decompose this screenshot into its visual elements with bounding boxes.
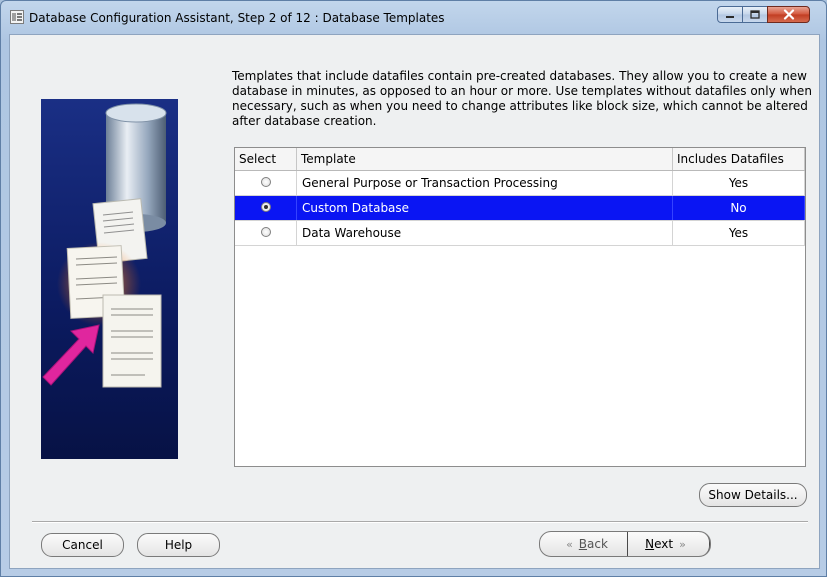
dbca-window: Database Configuration Assistant, Step 2… <box>0 0 827 577</box>
maximize-button[interactable] <box>742 6 768 23</box>
minimize-icon <box>726 15 734 18</box>
footer-divider <box>32 521 808 523</box>
template-radio[interactable] <box>260 202 271 212</box>
column-header-select[interactable]: Select <box>235 148 297 170</box>
chevron-left-icon: « <box>566 537 573 551</box>
table-row[interactable]: General Purpose or Transaction Processin… <box>235 171 805 196</box>
maximize-icon <box>750 10 760 19</box>
close-button[interactable] <box>767 6 810 23</box>
intro-text: Templates that include datafiles contain… <box>232 69 812 128</box>
database-app-icon <box>10 10 24 24</box>
select-cell[interactable] <box>235 196 297 220</box>
help-button[interactable]: Help <box>137 533 220 557</box>
includes-datafiles-value: No <box>673 196 805 220</box>
navigation-buttons: « Back Next » <box>539 531 711 557</box>
select-cell[interactable] <box>235 221 297 245</box>
wizard-content: Templates that include datafiles contain… <box>9 34 820 569</box>
title-bar[interactable]: Database Configuration Assistant, Step 2… <box>1 1 826 35</box>
column-header-template[interactable]: Template <box>297 148 673 170</box>
close-icon <box>783 9 794 20</box>
template-radio[interactable] <box>260 177 271 187</box>
template-name: Data Warehouse <box>297 221 673 245</box>
show-details-button[interactable]: Show Details... <box>699 483 807 507</box>
window-title: Database Configuration Assistant, Step 2… <box>29 11 445 25</box>
includes-datafiles-value: Yes <box>673 171 805 195</box>
back-button[interactable]: « Back <box>540 532 628 556</box>
caption-buttons <box>717 6 810 24</box>
template-radio[interactable] <box>260 227 271 237</box>
template-name: Custom Database <box>297 196 673 220</box>
templates-table: Select Template Includes Datafiles Gener… <box>234 147 806 467</box>
back-label: Back <box>578 537 608 551</box>
template-name: General Purpose or Transaction Processin… <box>297 171 673 195</box>
cancel-button[interactable]: Cancel <box>41 533 124 557</box>
includes-datafiles-value: Yes <box>673 221 805 245</box>
database-cylinder-icon <box>42 103 167 388</box>
table-row[interactable]: Data Warehouse Yes <box>235 221 805 246</box>
table-header: Select Template Includes Datafiles <box>235 148 805 171</box>
next-label: Next <box>645 537 674 551</box>
table-row[interactable]: Custom Database No <box>235 196 805 221</box>
minimize-button[interactable] <box>717 6 743 23</box>
chevron-right-icon: » <box>679 537 686 551</box>
database-template-illustration <box>41 99 178 459</box>
next-button[interactable]: Next » <box>627 532 710 556</box>
select-cell[interactable] <box>235 171 297 195</box>
column-header-includes-datafiles[interactable]: Includes Datafiles <box>673 148 805 170</box>
